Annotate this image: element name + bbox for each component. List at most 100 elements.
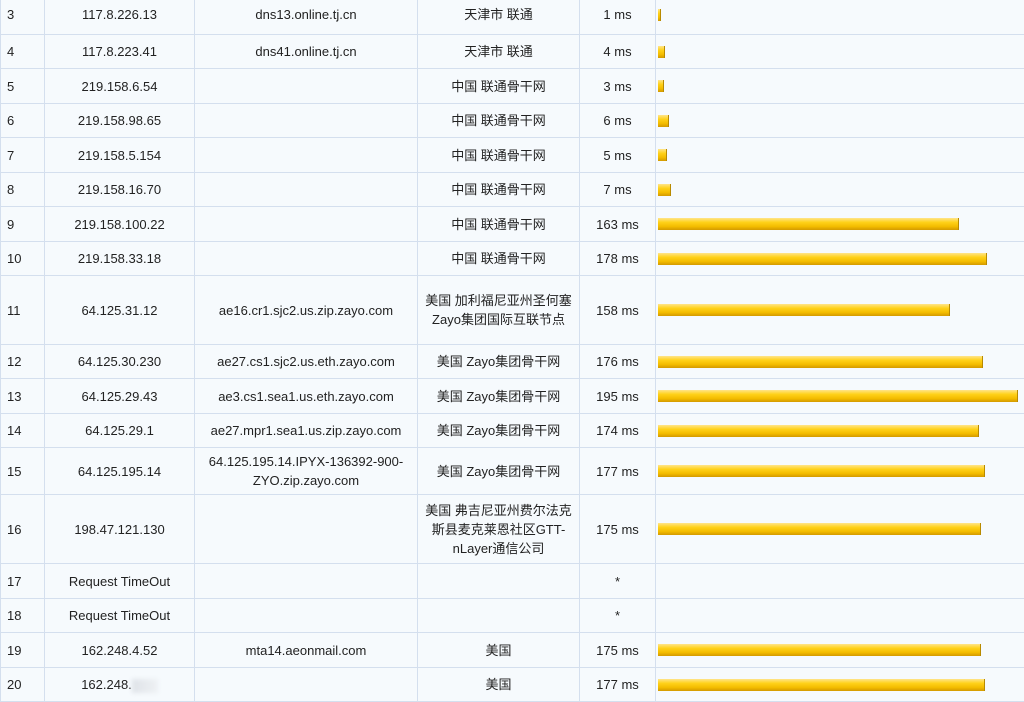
- hop-number: 8: [7, 182, 14, 197]
- ip-address: 162.248.4.52: [82, 643, 158, 658]
- latency: 175 ms: [596, 643, 639, 658]
- latency: 163 ms: [596, 217, 639, 232]
- location: 美国: [485, 643, 511, 658]
- location: 中国 联通骨干网: [451, 113, 546, 128]
- latency-bar: [658, 253, 987, 265]
- hop-row: 5219.158.6.54中国 联通骨干网3 ms: [1, 69, 1024, 104]
- latency: *: [615, 608, 620, 623]
- latency: 175 ms: [596, 522, 639, 537]
- ip-address: Request TimeOut: [69, 608, 170, 623]
- hop-row: 8219.158.16.70中国 联通骨干网7 ms: [1, 173, 1024, 207]
- ip-address: 117.8.223.41: [82, 44, 157, 59]
- latency-bar: [658, 149, 667, 161]
- ip-address: 219.158.98.65: [78, 113, 161, 128]
- location: 美国 Zayo集团骨干网: [437, 389, 561, 404]
- hop-number: 9: [7, 217, 14, 232]
- latency: 5 ms: [603, 148, 631, 163]
- latency: 177 ms: [596, 464, 639, 479]
- hop-row: 6 219.158.98.65 中国 联通骨干网 6 ms: [1, 104, 1024, 138]
- location: 美国 Zayo集团骨干网: [437, 464, 561, 479]
- ip-address: 219.158.6.54: [82, 79, 158, 94]
- ip-address: Request TimeOut: [69, 574, 170, 589]
- latency: 158 ms: [596, 303, 639, 318]
- location: 中国 联通骨干网: [451, 217, 546, 232]
- ip-address: 64.125.29.43: [82, 389, 158, 404]
- hostname: ae16.cr1.sjc2.us.zip.zayo.com: [219, 303, 393, 318]
- latency: 195 ms: [596, 389, 639, 404]
- hop-number: 16: [7, 522, 21, 537]
- hop-number: 20: [7, 677, 21, 692]
- latency-bar: [658, 218, 959, 230]
- latency-bar: [658, 304, 950, 316]
- latency-bar: [658, 356, 983, 368]
- latency: 174 ms: [596, 423, 639, 438]
- ip-address: 162.248.: [81, 677, 132, 692]
- latency: 7 ms: [603, 182, 631, 197]
- hop-row: 17Request TimeOut*: [1, 564, 1024, 599]
- traceroute-body: 3117.8.226.13dns13.online.tj.cn天津市 联通1 m…: [1, 0, 1024, 702]
- hop-row: 20 162.248. 美国 177 ms: [1, 668, 1024, 702]
- location: 天津市 联通: [464, 7, 533, 22]
- hop-number: 6: [7, 113, 14, 128]
- hostname: mta14.aeonmail.com: [246, 643, 367, 658]
- hop-row: 18 Request TimeOut *: [1, 599, 1024, 633]
- hop-row: 7219.158.5.154中国 联通骨干网5 ms: [1, 138, 1024, 173]
- ip-address: 117.8.226.13: [82, 7, 157, 22]
- latency: 3 ms: [603, 79, 631, 94]
- hop-row: 9 219.158.100.22 中国 联通骨干网 163 ms: [1, 207, 1024, 242]
- ip-address: 198.47.121.130: [74, 522, 164, 537]
- hop-number: 12: [7, 354, 21, 369]
- traceroute-table: 3117.8.226.13dns13.online.tj.cn天津市 联通1 m…: [0, 0, 1024, 702]
- hop-number: 13: [7, 389, 21, 404]
- hostname: dns41.online.tj.cn: [255, 44, 356, 59]
- latency-bar: [658, 425, 979, 437]
- hop-number: 5: [7, 79, 14, 94]
- hop-number: 11: [7, 303, 21, 318]
- hostname: ae27.mpr1.sea1.us.zip.zayo.com: [211, 423, 402, 438]
- hop-number: 19: [7, 643, 21, 658]
- latency-bar: [658, 390, 1018, 402]
- hop-row: 15 64.125.195.14 64.125.195.14.IPYX-136392…: [1, 448, 1024, 495]
- hop-number: 4: [7, 44, 14, 59]
- hop-row: 13 64.125.29.43 ae3.cs1.sea1.us.eth.zayo.c…: [1, 379, 1024, 414]
- hostname: 64.125.195.14.IPYX-136392-900-ZYO.zip.za…: [209, 454, 403, 488]
- hop-row: 3117.8.226.13dns13.online.tj.cn天津市 联通1 m…: [1, 0, 1024, 35]
- hostname: dns13.online.tj.cn: [255, 7, 356, 22]
- location: 美国: [485, 677, 511, 692]
- hostname: ae3.cs1.sea1.us.eth.zayo.com: [218, 389, 394, 404]
- hop-row: 16 198.47.121.130 美国 弗吉尼亚州费尔法克斯县麦克莱恩社区GTT-…: [1, 495, 1024, 564]
- latency-bar: [658, 679, 985, 691]
- ip-address: 64.125.30.230: [78, 354, 161, 369]
- location: 美国 Zayo集团骨干网: [437, 423, 561, 438]
- latency: 178 ms: [596, 251, 639, 266]
- location: 美国 加利福尼亚州圣何塞Zayo集团国际互联节点: [425, 293, 572, 327]
- hop-row: 1264.125.30.230ae27.cs1.sjc2.us.eth.zayo…: [1, 345, 1024, 379]
- hop-row: 10 219.158.33.18 中国 联通骨干网 178 ms: [1, 242, 1024, 276]
- latency-bar: [658, 115, 669, 127]
- latency: 177 ms: [596, 677, 639, 692]
- ip-address: 64.125.195.14: [78, 464, 161, 479]
- latency-bar: [658, 80, 664, 92]
- hop-number: 15: [7, 464, 21, 479]
- ip-address: 219.158.33.18: [78, 251, 161, 266]
- hop-number: 17: [7, 574, 21, 589]
- hop-number: 7: [7, 148, 14, 163]
- hop-number: 10: [7, 251, 21, 266]
- ip-address: 64.125.29.1: [85, 423, 154, 438]
- location: 中国 联通骨干网: [451, 148, 546, 163]
- latency-bar: [658, 465, 985, 477]
- latency: 6 ms: [603, 113, 631, 128]
- location: 中国 联通骨干网: [451, 251, 546, 266]
- hop-row: 4117.8.223.41dns41.online.tj.cn天津市 联通4 m…: [1, 35, 1024, 69]
- ip-address: 219.158.100.22: [74, 217, 164, 232]
- ip-address: 219.158.16.70: [78, 182, 161, 197]
- redacted-mask: [132, 679, 158, 693]
- hop-row: 19 162.248.4.52 mta14.aeonmail.com 美国 175 ms: [1, 633, 1024, 668]
- hop-number: 3: [7, 7, 14, 22]
- latency: 176 ms: [596, 354, 639, 369]
- latency-bar: [658, 9, 661, 21]
- hop-number: 18: [7, 608, 21, 623]
- location: 美国 弗吉尼亚州费尔法克斯县麦克莱恩社区GTT-nLayer通信公司: [425, 503, 572, 556]
- hop-number: 14: [7, 423, 21, 438]
- latency-bar: [658, 523, 981, 535]
